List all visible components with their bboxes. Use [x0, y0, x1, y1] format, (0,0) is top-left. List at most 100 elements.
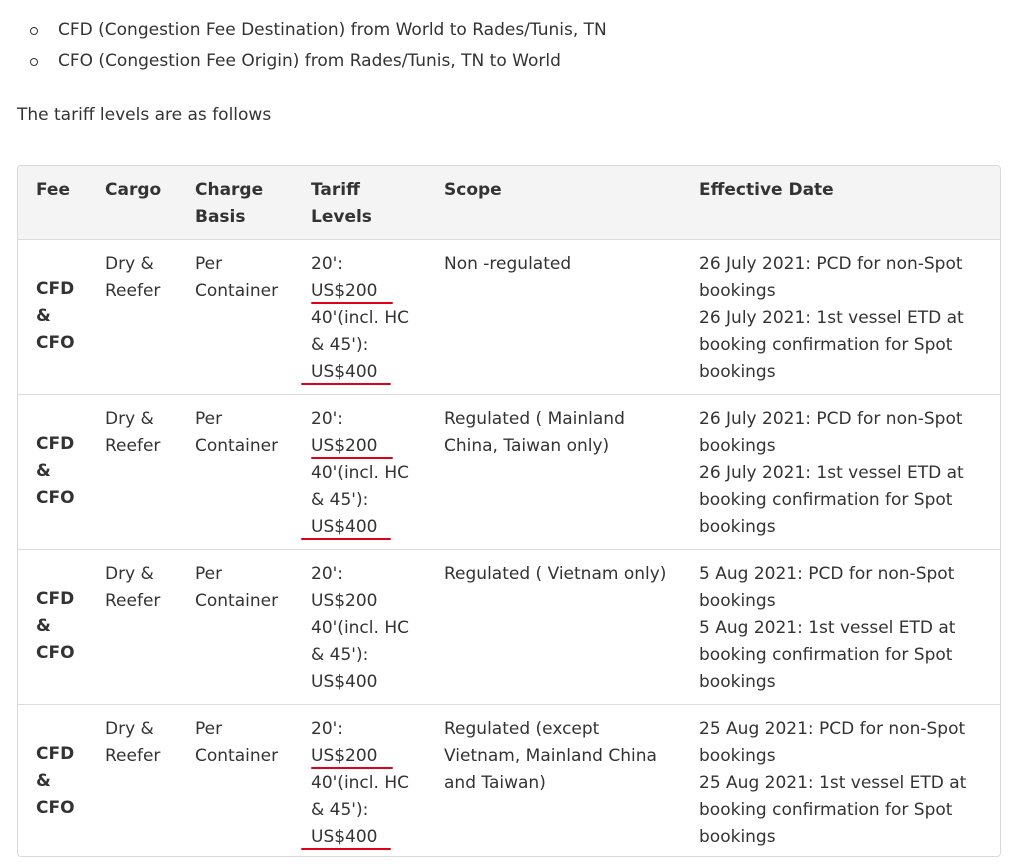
cell-scope: Regulated ( Mainland China, Taiwan only): [444, 394, 699, 549]
cell-effective-date-line: 26 July 2021: PCD for non-Spot: [699, 253, 963, 274]
cell-charge-basis-line: Container: [195, 745, 279, 766]
cell-cargo-line: Reefer: [105, 745, 161, 766]
cell-effective-date: 26 July 2021: PCD for non-Spot bookings 26…: [699, 394, 1000, 549]
cell-charge-basis-line: Container: [195, 280, 279, 301]
cell-fee-line: &: [36, 461, 51, 481]
cell-effective-date-line: bookings: [699, 826, 776, 847]
tariff-line: & 45'):: [311, 644, 369, 665]
cell-charge-basis: Per Container: [195, 549, 311, 704]
cell-charge-basis-line: Per: [195, 408, 223, 429]
tariff-line: US$400: [311, 826, 378, 847]
cell-scope-line: and Taiwan): [444, 772, 546, 793]
header-line: Charge: [195, 180, 264, 200]
bullet-circle-icon: [30, 27, 38, 35]
cell-cargo: Dry & Reefer: [105, 704, 195, 856]
cell-fee-line: CFD: [36, 744, 75, 765]
cell-cargo-line: Dry &: [105, 253, 154, 274]
cell-effective-date-line: booking confirmation for Spot: [699, 489, 953, 510]
header-tariff-levels: Tariff Levels: [311, 166, 444, 239]
intro-text: The tariff levels are as follows: [17, 105, 272, 125]
cell-effective-date-line: 25 Aug 2021: PCD for non-Spot: [699, 718, 966, 739]
cell-charge-basis: Per Container: [195, 239, 311, 394]
cell-fee-line: &: [36, 306, 51, 326]
list-item: CFD (Congestion Fee Destination) from Wo…: [28, 17, 607, 48]
cell-charge-basis: Per Container: [195, 394, 311, 549]
cell-fee: CFD & CFO: [18, 549, 105, 704]
tariff-line: US$200: [311, 745, 378, 766]
header-charge-basis: Charge Basis: [195, 166, 311, 239]
tariff-line: US$400: [311, 361, 378, 382]
table-row: CFD & CFO Dry & Reefer Per Container 20': US$200…: [18, 704, 1000, 856]
cell-effective-date-line: bookings: [699, 590, 776, 611]
cell-tariff-levels: 20': US$200 40'(incl. HC & 45'): US$400: [311, 549, 444, 704]
table-row: CFD & CFO Dry & Reefer Per Container 20': US$200…: [18, 549, 1000, 704]
cell-charge-basis-line: Per: [195, 563, 223, 584]
tariff-table: Fee Cargo Charge Basis Tariff Levels Sco…: [17, 165, 1001, 857]
cell-fee: CFD & CFO: [18, 704, 105, 856]
cell-charge-basis-line: Per: [195, 718, 223, 739]
cell-fee: CFD & CFO: [18, 239, 105, 394]
tariff-line: 20':: [311, 563, 344, 584]
cell-effective-date-line: booking confirmation for Spot: [699, 334, 953, 355]
table-header-row: Fee Cargo Charge Basis Tariff Levels Sco…: [18, 166, 1000, 239]
header-cargo: Cargo: [105, 180, 162, 200]
table-row: CFD & CFO Dry & Reefer Per Container 20': US$200…: [18, 394, 1000, 549]
cell-cargo-line: Dry &: [105, 408, 154, 429]
cell-tariff-levels: 20': US$200 40'(incl. HC & 45'): US$400: [301, 394, 444, 549]
cell-scope: Regulated (except Vietnam, Mainland China…: [444, 704, 699, 856]
tariff-line: 40'(incl. HC: [311, 462, 409, 483]
table-row: CFD & CFO Dry & Reefer Per Container 20': US$200…: [18, 239, 1000, 394]
list-item-text: CFO (Congestion Fee Origin) from Rades/T…: [58, 51, 561, 71]
header-line: Tariff: [311, 180, 360, 200]
cell-fee-line: CFO: [36, 333, 75, 353]
cell-cargo-line: Reefer: [105, 435, 161, 456]
congestion-fee-list: CFD (Congestion Fee Destination) from Wo…: [28, 17, 607, 79]
tariff-line: US$200: [311, 280, 378, 301]
cell-fee-line: &: [36, 771, 51, 792]
cell-effective-date-line: 26 July 2021: PCD for non-Spot: [699, 408, 963, 429]
header-line: Levels: [311, 207, 372, 227]
tariff-line: 20':: [311, 408, 344, 429]
header-scope: Scope: [444, 180, 502, 200]
tariff-line: 40'(incl. HC: [311, 772, 409, 793]
red-underline-mark: [301, 537, 391, 540]
cell-cargo-line: Reefer: [105, 280, 161, 301]
cell-fee-line: CFO: [36, 643, 75, 663]
cell-fee: CFD & CFO: [18, 394, 105, 549]
tariff-line: US$400: [311, 516, 378, 537]
header-effective-date: Effective Date: [699, 180, 834, 200]
cell-effective-date-line: bookings: [699, 671, 776, 692]
cell-scope-line: Non -regulated: [444, 253, 572, 274]
red-underline-mark: [311, 766, 393, 769]
cell-effective-date: 5 Aug 2021: PCD for non-Spot bookings 5 Au…: [699, 549, 1000, 704]
cell-fee-line: CFO: [36, 798, 75, 819]
cell-scope-line: Regulated (except: [444, 718, 600, 739]
tariff-line: 40'(incl. HC: [311, 617, 409, 638]
tariff-levels: 20': US$200 40'(incl. HC & 45'): US$400: [301, 251, 444, 386]
cell-scope-line: Regulated ( Mainland: [444, 408, 625, 429]
cell-tariff-levels: 20': US$200 40'(incl. HC & 45'): US$400: [301, 239, 444, 394]
red-underline-mark: [311, 301, 393, 304]
cell-charge-basis-line: Container: [195, 435, 279, 456]
header-fee: Fee: [36, 180, 70, 200]
cell-scope: Non -regulated: [444, 239, 699, 394]
cell-cargo: Dry & Reefer: [105, 394, 195, 549]
cell-effective-date-line: bookings: [699, 435, 776, 456]
cell-fee-line: CFD: [36, 279, 75, 299]
cell-cargo-line: Reefer: [105, 590, 161, 611]
cell-fee-line: &: [36, 616, 51, 636]
tariff-line: & 45'):: [311, 334, 369, 355]
cell-effective-date: 25 Aug 2021: PCD for non-Spot bookings 25 …: [699, 704, 1000, 856]
cell-scope-line: Regulated ( Vietnam only): [444, 563, 667, 584]
cell-cargo: Dry & Reefer: [105, 239, 195, 394]
tariff-line: & 45'):: [311, 799, 369, 820]
cell-fee-line: CFD: [36, 589, 75, 609]
cell-cargo: Dry & Reefer: [105, 549, 195, 704]
cell-effective-date-line: bookings: [699, 280, 776, 301]
cell-effective-date-line: 5 Aug 2021: PCD for non-Spot: [699, 563, 955, 584]
cell-charge-basis-line: Container: [195, 590, 279, 611]
cell-scope-line: Vietnam, Mainland China: [444, 745, 657, 766]
red-underline-mark: [301, 382, 391, 385]
red-underline-mark: [311, 456, 393, 459]
cell-effective-date-line: 26 July 2021: 1st vessel ETD at: [699, 462, 964, 483]
